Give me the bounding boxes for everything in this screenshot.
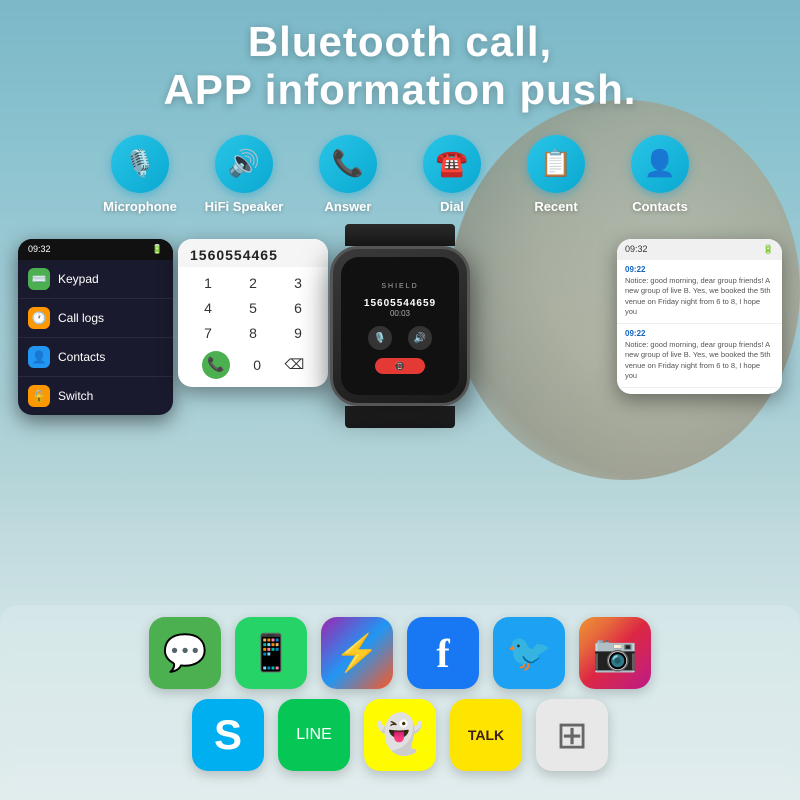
phone-dialer-panel: 1560554465 123 456 789 📞 0 ⌫ — [178, 239, 328, 387]
hifi-speaker-icon: 🔊 — [215, 135, 273, 193]
switch-label: Switch — [58, 389, 93, 403]
title-line1: Bluetooth call, — [248, 18, 552, 65]
app-whatsapp[interactable]: 📱 — [235, 617, 307, 689]
apps-section: 💬📱⚡f🐦📷 SLINE👻TALK⊞ — [0, 605, 800, 800]
contacts-icon: 👤 — [631, 135, 689, 193]
dialer-key-1[interactable]: 1 — [186, 271, 230, 295]
contacts-icon: 👤 — [28, 346, 50, 368]
apps-row-2: SLINE👻TALK⊞ — [20, 699, 780, 771]
menu-contacts[interactable]: 👤 Contacts — [18, 338, 173, 377]
hifi-speaker-label: HiFi Speaker — [205, 199, 284, 214]
notif-time-1: 09:22 — [625, 265, 774, 274]
dialer-number: 1560554465 — [178, 239, 328, 267]
notif-battery: 🔋 — [763, 244, 774, 255]
app-messenger[interactable]: ⚡ — [321, 617, 393, 689]
notification-panel: 09:32 🔋 09:22 Notice: good morning, dear… — [617, 239, 782, 394]
dialer-zero[interactable]: 0 — [253, 357, 261, 373]
phone-menu-status: 09:32 🔋 — [18, 239, 173, 260]
menu-battery: 🔋 — [152, 244, 163, 255]
smartwatch: SHIELD 15605544659 00:03 🎙️ 🔊 📵 — [315, 224, 485, 424]
notification-item-1: 09:22 Notice: good morning, dear group f… — [617, 260, 782, 324]
watch-mute-icon[interactable]: 🎙️ — [368, 326, 392, 350]
app-instagram[interactable]: 📷 — [579, 617, 651, 689]
app-line[interactable]: LINE — [278, 699, 350, 771]
switch-icon: 🔒 — [28, 385, 50, 407]
watch-call-number: 15605544659 — [364, 298, 436, 309]
dialer-key-7[interactable]: 7 — [186, 321, 230, 345]
notification-item-2: 09:22 Notice: good morning, dear group f… — [617, 324, 782, 388]
menu-keypad[interactable]: ⌨️ Keypad — [18, 260, 173, 299]
menu-calllogs[interactable]: 🕐 Call logs — [18, 299, 173, 338]
watch-side-button[interactable] — [467, 289, 470, 307]
dialer-key-9[interactable]: 9 — [276, 321, 320, 345]
title-line2: APP information push. — [164, 66, 637, 113]
watch-strap-bottom — [345, 406, 455, 428]
feature-dial: ☎️ Dial — [407, 135, 497, 214]
calllogs-icon: 🕐 — [28, 307, 50, 329]
recent-icon: 📋 — [527, 135, 585, 193]
app-kakao[interactable]: TALK — [450, 699, 522, 771]
menu-switch[interactable]: 🔒 Switch — [18, 377, 173, 415]
dialer-key-6[interactable]: 6 — [276, 296, 320, 320]
dialer-key-4[interactable]: 4 — [186, 296, 230, 320]
answer-label: Answer — [325, 199, 372, 214]
app-messages[interactable]: 💬 — [149, 617, 221, 689]
dial-label: Dial — [440, 199, 464, 214]
notif-time-2: 09:22 — [625, 329, 774, 338]
dial-icon: ☎️ — [423, 135, 481, 193]
watch-call-icons: 🎙️ 🔊 — [368, 326, 432, 350]
microphone-icon: 🎙️ — [111, 135, 169, 193]
phone-menu-panel: 09:32 🔋 ⌨️ Keypad 🕐 Call logs 👤 Contacts… — [18, 239, 173, 415]
main-container: Bluetooth call, APP information push. 🎙️… — [0, 0, 800, 800]
app-facebook[interactable]: f — [407, 617, 479, 689]
watch-strap-top — [345, 224, 455, 246]
watch-screen: SHIELD 15605544659 00:03 🎙️ 🔊 📵 — [341, 257, 459, 395]
answer-icon: 📞 — [319, 135, 377, 193]
feature-hifi-speaker: 🔊 HiFi Speaker — [199, 135, 289, 214]
features-row: 🎙️ Microphone 🔊 HiFi Speaker 📞 Answer ☎️… — [0, 135, 800, 214]
page-title: Bluetooth call, APP information push. — [0, 18, 800, 115]
menu-time: 09:32 — [28, 244, 51, 254]
notif-text-1: Notice: good morning, dear group friends… — [625, 276, 774, 318]
app-twitter[interactable]: 🐦 — [493, 617, 565, 689]
feature-contacts: 👤 Contacts — [615, 135, 705, 214]
middle-section: 09:32 🔋 ⌨️ Keypad 🕐 Call logs 👤 Contacts… — [0, 219, 800, 509]
notification-header: 09:32 🔋 — [617, 239, 782, 260]
calllogs-label: Call logs — [58, 311, 104, 325]
title-section: Bluetooth call, APP information push. — [0, 0, 800, 125]
feature-answer: 📞 Answer — [303, 135, 393, 214]
watch-brand: SHIELD — [381, 283, 418, 290]
dialer-key-3[interactable]: 3 — [276, 271, 320, 295]
dialer-key-2[interactable]: 2 — [231, 271, 275, 295]
watch-call-duration: 00:03 — [390, 309, 410, 318]
keypad-icon: ⌨️ — [28, 268, 50, 290]
apps-row-1: 💬📱⚡f🐦📷 — [20, 617, 780, 689]
notif-time: 09:32 — [625, 244, 648, 255]
microphone-label: Microphone — [103, 199, 177, 214]
dialer-key-5[interactable]: 5 — [231, 296, 275, 320]
app-snapchat[interactable]: 👻 — [364, 699, 436, 771]
dialer-bottom: 📞 0 ⌫ — [178, 349, 328, 381]
watch-end-call-button[interactable]: 📵 — [375, 358, 425, 374]
feature-microphone: 🎙️ Microphone — [95, 135, 185, 214]
app-more[interactable]: ⊞ — [536, 699, 608, 771]
watch-speaker-icon[interactable]: 🔊 — [408, 326, 432, 350]
notif-text-2: Notice: good morning, dear group friends… — [625, 340, 774, 382]
dialer-key-8[interactable]: 8 — [231, 321, 275, 345]
keypad-label: Keypad — [58, 272, 99, 286]
recent-label: Recent — [534, 199, 577, 214]
dialer-backspace[interactable]: ⌫ — [284, 356, 304, 373]
watch-body: SHIELD 15605544659 00:03 🎙️ 🔊 📵 — [330, 246, 470, 406]
call-button[interactable]: 📞 — [202, 351, 230, 379]
dialer-grid: 123 456 789 — [178, 267, 328, 349]
feature-recent: 📋 Recent — [511, 135, 601, 214]
app-skype[interactable]: S — [192, 699, 264, 771]
contacts-label: Contacts — [632, 199, 688, 214]
contacts-label: Contacts — [58, 350, 105, 364]
